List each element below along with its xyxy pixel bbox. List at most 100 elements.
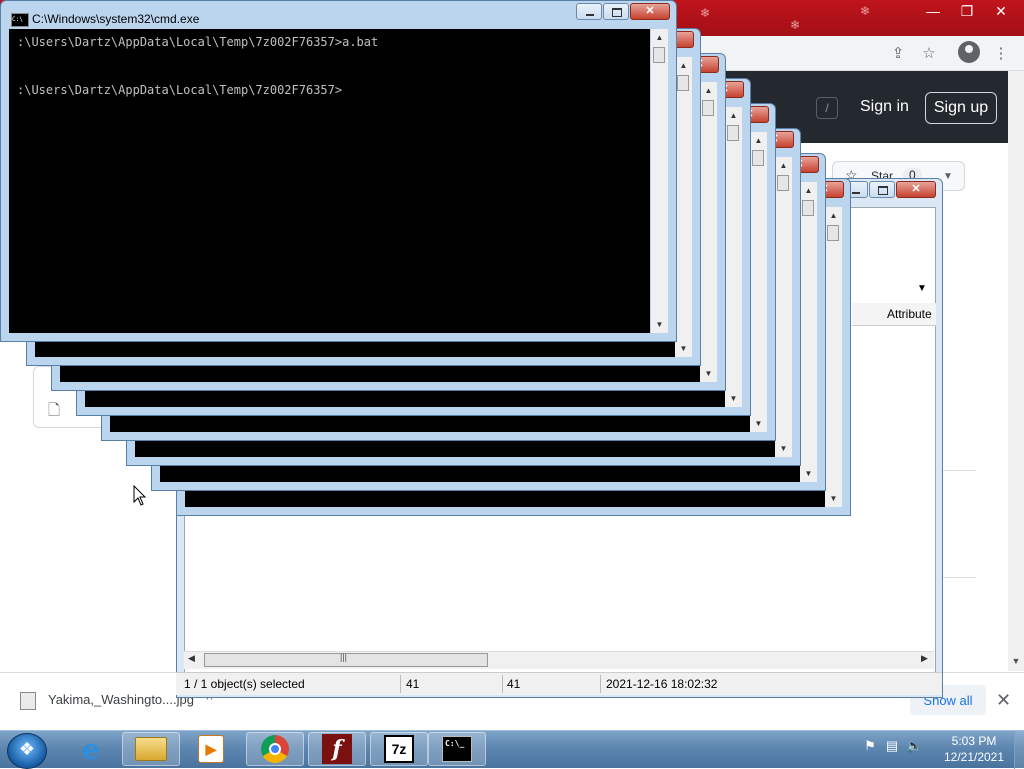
volume-icon[interactable]: 🔈 <box>906 738 922 754</box>
scroll-down-arrow-icon[interactable]: ▼ <box>775 440 792 457</box>
clock-date: 12/21/2021 <box>943 750 1005 764</box>
show-desktop-button[interactable] <box>1014 731 1024 769</box>
vertical-scrollbar[interactable]: ▲ ▼ <box>750 132 767 432</box>
scroll-up-arrow-icon[interactable]: ▲ <box>800 182 817 199</box>
system-tray: ⚑ ▤ 🔈 <box>862 738 922 754</box>
taskbar-explorer-button[interactable] <box>122 732 180 766</box>
scrollbar-thumb[interactable] <box>802 200 814 216</box>
chrome-icon <box>261 735 289 763</box>
scroll-up-arrow-icon[interactable]: ▲ <box>725 107 742 124</box>
divider <box>942 470 976 471</box>
chrome-menu-icon[interactable]: ⋮ <box>990 42 1012 64</box>
taskbar-flash-button[interactable]: f <box>308 732 366 766</box>
7zip-window-controls <box>841 181 936 198</box>
scroll-down-arrow-icon[interactable]: ▼ <box>651 316 668 333</box>
scroll-down-arrow-icon[interactable]: ▼ <box>700 365 717 382</box>
chrome-restore-icon[interactable]: ❐ <box>950 0 984 22</box>
vertical-scrollbar[interactable]: ▲ ▼ <box>675 57 692 357</box>
status-packed-size: 41 <box>507 677 521 691</box>
file-icon: 🗋 <box>48 402 61 419</box>
status-size: 41 <box>406 677 420 691</box>
mouse-cursor-icon <box>133 485 147 506</box>
status-divider <box>400 675 401 693</box>
scrollbar-thumb[interactable] <box>204 652 488 667</box>
scrollbar-thumb[interactable] <box>827 225 839 241</box>
media-player-icon: ▶ <box>198 735 224 763</box>
scrollbar-thumb[interactable] <box>677 75 689 91</box>
status-divider <box>502 675 503 693</box>
scroll-right-arrow-icon[interactable]: ▶ <box>921 653 928 664</box>
attributes-column-label: Attribute <box>887 307 932 321</box>
scrollbar-thumb[interactable] <box>702 100 714 116</box>
chrome-minimize-icon[interactable]: — <box>916 0 950 22</box>
vertical-scrollbar[interactable]: ▲ ▼ <box>700 82 717 382</box>
scroll-down-arrow-icon[interactable]: ▼ <box>675 340 692 357</box>
status-divider <box>600 675 601 693</box>
scroll-down-arrow-icon[interactable]: ▼ <box>725 390 742 407</box>
vertical-scrollbar[interactable]: ▲ ▼ <box>775 157 792 457</box>
taskbar-7zip-button[interactable]: 7z <box>370 732 428 766</box>
divider <box>942 577 976 578</box>
attributes-column-header[interactable]: Attribute <box>852 303 936 326</box>
taskbar-media-player-button[interactable]: ▶ <box>182 732 240 766</box>
page-scrollbar[interactable] <box>1008 71 1024 671</box>
scroll-left-arrow-icon[interactable]: ◀ <box>188 653 195 664</box>
windows-orb-icon[interactable] <box>7 733 47 769</box>
taskbar-ie-button[interactable]: e <box>62 732 120 766</box>
scrollbar-thumb[interactable] <box>752 150 764 166</box>
console-line: :\Users\Dartz\AppData\Local\Temp\7z002F7… <box>17 83 343 97</box>
close-icon[interactable] <box>896 181 936 198</box>
cmd-title-bar[interactable]: C:\ C:\Windows\system32\cmd.exe <box>1 1 676 29</box>
scroll-up-arrow-icon[interactable]: ▲ <box>700 82 717 99</box>
minimize-icon[interactable] <box>576 3 602 20</box>
network-icon[interactable]: ▤ <box>884 738 900 754</box>
windows-taskbar: e ▶ f 7z C:\_ ⚑ ▤ 🔈 5:03 PM 12/21/2021 <box>0 730 1024 769</box>
7zip-icon: 7z <box>384 735 414 763</box>
horizontal-scrollbar[interactable]: ◀ ▶ <box>184 651 934 669</box>
scroll-down-arrow-icon[interactable]: ▼ <box>1008 652 1024 670</box>
scroll-up-arrow-icon[interactable]: ▲ <box>675 57 692 74</box>
image-file-icon <box>20 692 36 710</box>
status-modified-date: 2021-12-16 18:02:32 <box>606 677 718 691</box>
bookmark-star-icon[interactable]: ☆ <box>918 42 940 64</box>
share-icon[interactable]: ⇪ <box>887 42 909 64</box>
explorer-folder-icon <box>135 737 167 761</box>
cmd-main-window[interactable]: C:\ C:\Windows\system32\cmd.exe :\Users\… <box>0 0 677 342</box>
flash-icon: f <box>322 734 352 764</box>
path-dropdown-chevron-icon[interactable]: ▼ <box>917 283 927 294</box>
console-line: :\Users\Dartz\AppData\Local\Temp\7z002F7… <box>17 35 379 49</box>
profile-avatar-icon[interactable] <box>958 41 980 63</box>
search-shortcut-key: / <box>816 97 838 119</box>
scroll-down-arrow-icon[interactable]: ▼ <box>750 415 767 432</box>
cmd-icon: C:\ <box>11 13 29 27</box>
close-download-shelf-icon[interactable]: ✕ <box>996 690 1011 711</box>
clock-time: 5:03 PM <box>951 734 997 748</box>
scrollbar-thumb[interactable] <box>727 125 739 141</box>
chrome-close-icon[interactable]: ✕ <box>984 0 1018 22</box>
snowflake-decoration-icon: ❄ <box>860 4 871 18</box>
maximize-icon[interactable] <box>869 181 895 198</box>
scroll-up-arrow-icon[interactable]: ▲ <box>775 157 792 174</box>
sign-up-button[interactable]: Sign up <box>925 92 997 124</box>
taskbar-cmd-button[interactable]: C:\_ <box>428 732 486 766</box>
snowflake-decoration-icon: ❄ <box>790 18 801 32</box>
close-icon[interactable] <box>630 3 670 20</box>
vertical-scrollbar[interactable]: ▲ ▼ <box>725 107 742 407</box>
vertical-scrollbar[interactable]: ▲ ▼ <box>825 207 842 507</box>
download-file-name[interactable]: Yakima,_Washingto....jpg <box>48 692 194 707</box>
scroll-up-arrow-icon[interactable]: ▲ <box>651 29 668 46</box>
vertical-scrollbar[interactable]: ▲ ▼ <box>800 182 817 482</box>
scroll-up-arrow-icon[interactable]: ▲ <box>750 132 767 149</box>
taskbar-chrome-button[interactable] <box>246 732 304 766</box>
taskbar-clock[interactable]: 5:03 PM 12/21/2021 <box>938 733 1010 765</box>
scroll-down-arrow-icon[interactable]: ▼ <box>825 490 842 507</box>
cmd-console-area[interactable]: :\Users\Dartz\AppData\Local\Temp\7z002F7… <box>9 29 650 333</box>
scroll-up-arrow-icon[interactable]: ▲ <box>825 207 842 224</box>
sign-in-link[interactable]: Sign in <box>860 98 909 116</box>
vertical-scrollbar[interactable]: ▲ ▼ <box>651 29 668 333</box>
scrollbar-thumb[interactable] <box>777 175 789 191</box>
action-center-flag-icon[interactable]: ⚑ <box>862 738 878 754</box>
scrollbar-thumb[interactable] <box>653 47 665 63</box>
maximize-icon[interactable] <box>603 3 629 20</box>
scroll-down-arrow-icon[interactable]: ▼ <box>800 465 817 482</box>
